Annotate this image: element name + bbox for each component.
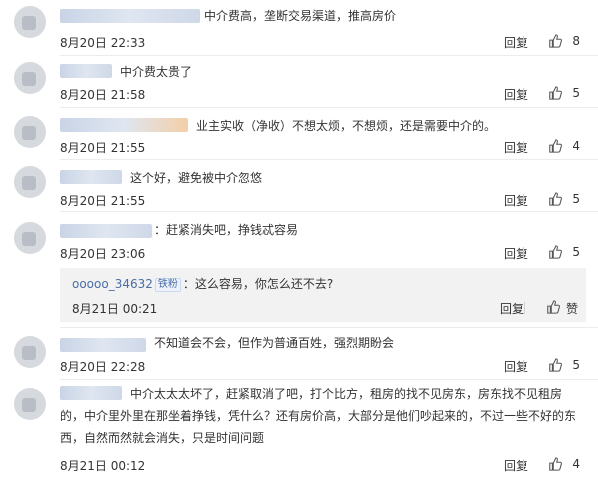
like-count: 8 — [572, 34, 580, 48]
sub-reply-line: ooooo_34632 铁粉 ：这么容易，你怎么还不去? — [72, 274, 333, 294]
comment-item: 中介太太太坏了，赶紧取消了吧，打个比方，租房的找不见房东，房东找不见租房 的，中… — [0, 380, 598, 480]
thumbs-up-icon[interactable] — [548, 358, 562, 372]
divider — [523, 247, 524, 259]
sub-reply: ooooo_34632 铁粉 ：这么容易，你怎么还不去? 8月21日 00:21 回… — [60, 268, 586, 322]
comment-time: 8月20日 22:28 — [60, 360, 146, 374]
divider — [523, 360, 524, 372]
sub-reply-text: ：这么容易，你怎么还不去? — [182, 277, 334, 291]
fan-badge: 铁粉 — [154, 278, 181, 292]
comment-text: 不知道会不会，但作为普通百姓，强烈期盼会 — [154, 336, 395, 350]
avatar[interactable] — [14, 388, 46, 420]
like-count: 5 — [572, 86, 580, 100]
reply-button[interactable]: 回复 — [504, 245, 528, 262]
divider — [523, 459, 524, 471]
avatar[interactable] — [14, 336, 46, 368]
avatar[interactable] — [14, 166, 46, 198]
avatar[interactable] — [14, 62, 46, 94]
comment-time: 8月20日 21:55 — [60, 194, 146, 208]
avatar[interactable] — [14, 222, 46, 254]
reply-button[interactable]: 回复 — [504, 34, 528, 51]
comment-text-line: 中介太太太坏了，赶紧取消了吧，打个比方，租房的找不见房东，房东找不见租房 — [130, 387, 563, 401]
comment-time: 8月20日 21:58 — [60, 88, 146, 102]
avatar[interactable] — [14, 116, 46, 148]
comment-text: 业主实收（净收）不想太烦，不想烦，还是需要中介的。 — [196, 119, 497, 133]
thumbs-up-icon[interactable] — [548, 86, 562, 100]
divider — [524, 302, 525, 314]
divider — [523, 88, 524, 100]
comment-item: 中介费高，垄断交易渠道，推高房价 8月20日 22:33 回复 8 — [0, 0, 598, 56]
comment-item: ：赶紧消失吧，挣钱忒容易 8月20日 23:06 回复 5 ooooo_3463… — [0, 212, 598, 328]
thumbs-up-icon[interactable] — [546, 300, 560, 314]
sub-reply-button[interactable]: 回复 — [500, 300, 524, 317]
reply-button[interactable]: 回复 — [504, 192, 528, 209]
comment-time: 8月21日 00:12 — [60, 459, 146, 473]
comment-time: 8月20日 23:06 — [60, 247, 146, 261]
thumbs-up-icon[interactable] — [548, 192, 562, 206]
username-blurred[interactable] — [60, 118, 188, 132]
comment-item: 不知道会不会，但作为普通百姓，强烈期盼会 8月20日 22:28 回复 5 — [0, 328, 598, 380]
comment-text: 这个好，避免被中介忽悠 — [130, 171, 263, 185]
comment-time: 8月20日 22:33 — [60, 36, 146, 50]
comment-item: 业主实收（净收）不想太烦，不想烦，还是需要中介的。 8月20日 21:55 回复… — [0, 108, 598, 160]
username-blurred[interactable] — [60, 64, 112, 78]
sub-like-label[interactable]: 赞 — [566, 300, 578, 317]
comment-text-line: 的，中介里外里在那坐着挣钱，凭什么？还有房价高，大部分是他们吵起来的，不过一些不… — [60, 409, 577, 423]
username-blurred[interactable] — [60, 386, 122, 400]
like-count: 5 — [572, 245, 580, 259]
thumbs-up-icon[interactable] — [548, 245, 562, 259]
comment-time: 8月20日 21:55 — [60, 141, 146, 155]
comment-item: 中介费太贵了 8月20日 21:58 回复 5 — [0, 56, 598, 108]
username-blurred[interactable] — [60, 338, 146, 352]
reply-button[interactable]: 回复 — [504, 358, 528, 375]
username-blurred[interactable] — [60, 170, 122, 184]
username-blurred[interactable] — [60, 9, 200, 23]
username-blurred[interactable] — [60, 224, 152, 238]
comment-text: 中介费高，垄断交易渠道，推高房价 — [204, 9, 397, 23]
avatar[interactable] — [14, 6, 46, 38]
like-count: 4 — [572, 139, 580, 153]
divider — [523, 141, 524, 153]
reply-button[interactable]: 回复 — [504, 457, 528, 474]
like-count: 4 — [572, 457, 580, 471]
sub-reply-time: 8月21日 00:21 — [72, 302, 158, 316]
comment-text: 中介费太贵了 — [120, 65, 193, 79]
thumbs-up-icon[interactable] — [548, 34, 562, 48]
thumbs-up-icon[interactable] — [548, 139, 562, 153]
thumbs-up-icon[interactable] — [548, 457, 562, 471]
like-count: 5 — [572, 358, 580, 372]
reply-button[interactable]: 回复 — [504, 139, 528, 156]
divider — [523, 36, 524, 48]
reply-button[interactable]: 回复 — [504, 86, 528, 103]
sub-reply-username[interactable]: ooooo_34632 — [72, 277, 153, 291]
comment-text: ：赶紧消失吧，挣钱忒容易 — [154, 223, 299, 237]
like-count: 5 — [572, 192, 580, 206]
divider — [523, 194, 524, 206]
comment-item: 这个好，避免被中介忽悠 8月20日 21:55 回复 5 — [0, 160, 598, 212]
comment-text-line: 西，自然而然就会消失，只是时间问题 — [60, 431, 265, 445]
